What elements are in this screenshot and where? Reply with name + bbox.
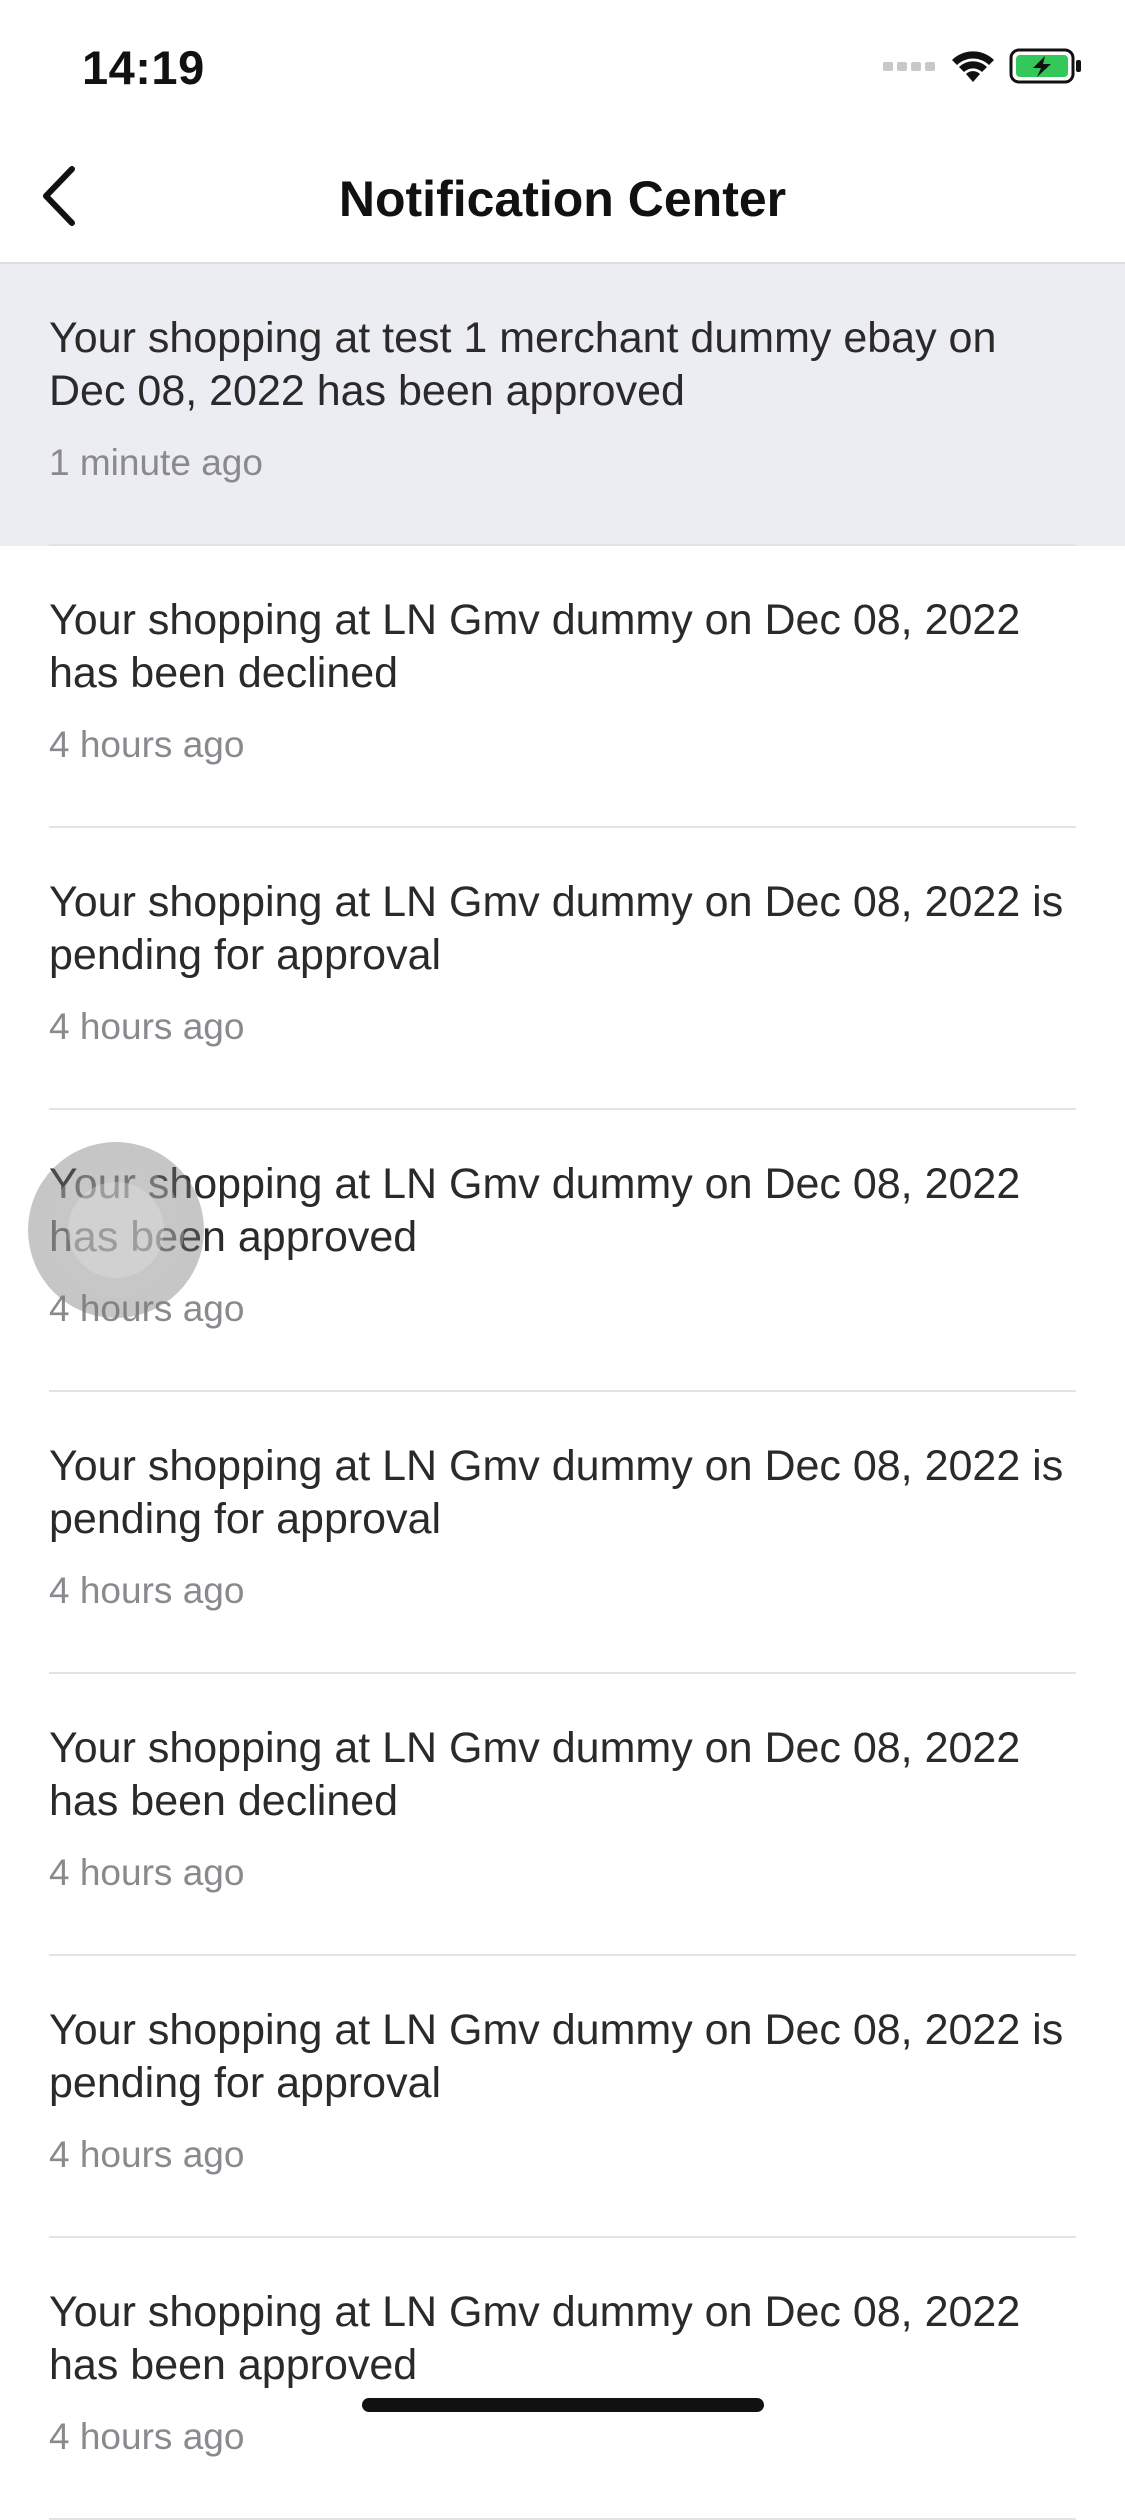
notification-item[interactable]: Your shopping at LN Gmv dummy on Dec 08,…	[0, 1674, 1125, 1956]
notification-message: Your shopping at test 1 merchant dummy e…	[49, 314, 997, 415]
page-title: Notification Center	[338, 171, 787, 227]
notification-timestamp: 4 hours ago	[49, 2134, 245, 2175]
touch-indicator	[28, 1142, 204, 1318]
notification-item[interactable]: Your shopping at LN Gmv dummy on Dec 08,…	[0, 828, 1125, 1110]
notification-timestamp: 4 hours ago	[49, 724, 245, 765]
battery-charging-icon	[1009, 47, 1083, 90]
notification-message: Your shopping at LN Gmv dummy on Dec 08,…	[49, 2288, 1021, 2389]
notification-timestamp: 1 minute ago	[49, 442, 263, 483]
notification-item[interactable]: Your shopping at LN Gmv dummy on Dec 08,…	[0, 1956, 1125, 2238]
cellular-signal-icon	[883, 59, 937, 78]
notification-message: Your shopping at LN Gmv dummy on Dec 08,…	[49, 2006, 1064, 2107]
notification-message: Your shopping at LN Gmv dummy on Dec 08,…	[49, 1442, 1064, 1543]
notification-message: Your shopping at LN Gmv dummy on Dec 08,…	[49, 1160, 1021, 1261]
notification-list[interactable]: Your shopping at test 1 merchant dummy e…	[0, 264, 1125, 2520]
notification-item[interactable]: Your shopping at LN Gmv dummy on Dec 08,…	[0, 1392, 1125, 1674]
status-time: 14:19	[82, 41, 205, 94]
notification-item[interactable]: Your shopping at test 1 merchant dummy e…	[0, 264, 1125, 546]
navigation-bar: Notification Center	[0, 132, 1125, 264]
notification-timestamp: 4 hours ago	[49, 1570, 245, 1611]
home-indicator[interactable]	[362, 2398, 764, 2412]
notification-timestamp: 4 hours ago	[49, 1852, 245, 1893]
notification-timestamp: 4 hours ago	[49, 2416, 245, 2457]
notification-message: Your shopping at LN Gmv dummy on Dec 08,…	[49, 1724, 1021, 1825]
notification-timestamp: 4 hours ago	[49, 1006, 245, 1047]
notification-message: Your shopping at LN Gmv dummy on Dec 08,…	[49, 596, 1021, 697]
status-icons	[883, 48, 1083, 88]
notification-item[interactable]: Your shopping at LN Gmv dummy on Dec 08,…	[0, 2238, 1125, 2520]
status-bar: 14:19	[0, 0, 1125, 132]
notification-item[interactable]: Your shopping at LN Gmv dummy on Dec 08,…	[0, 546, 1125, 828]
wifi-icon	[951, 49, 995, 88]
notification-message: Your shopping at LN Gmv dummy on Dec 08,…	[49, 878, 1064, 979]
